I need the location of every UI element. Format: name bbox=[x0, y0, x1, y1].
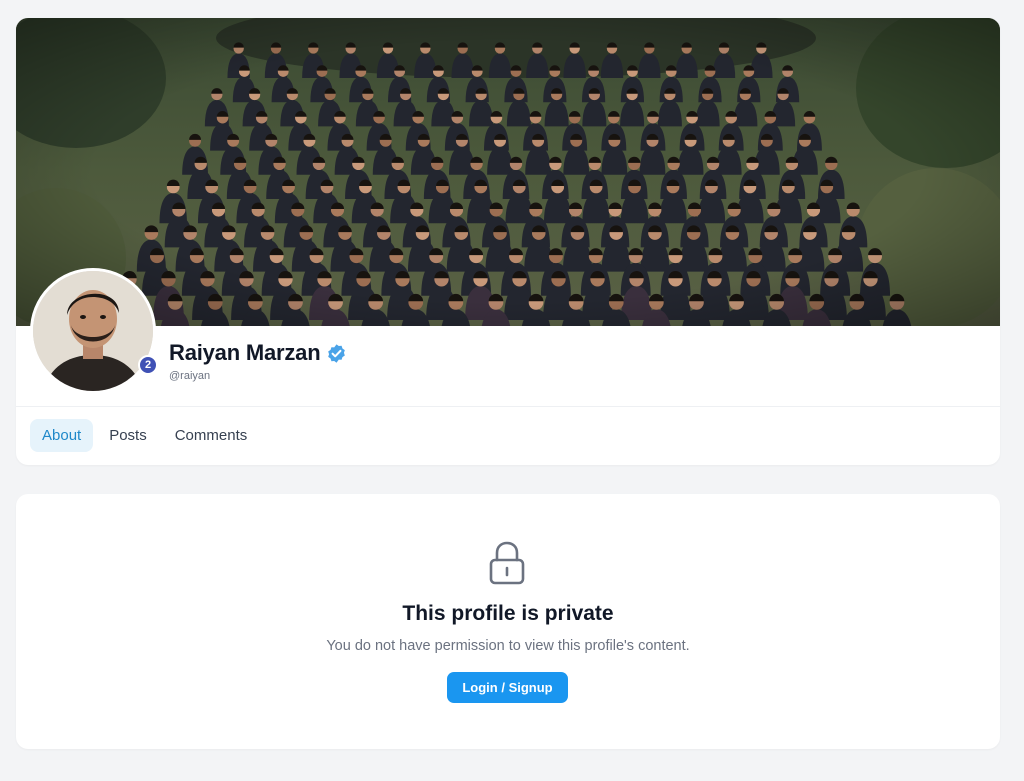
cover-photo bbox=[16, 18, 1000, 326]
avatar-badge: 2 bbox=[138, 355, 158, 375]
tab-posts[interactable]: Posts bbox=[97, 419, 159, 452]
profile-handle: @raiyan bbox=[169, 370, 211, 382]
private-title: This profile is private bbox=[402, 602, 614, 625]
verified-badge-icon bbox=[326, 343, 347, 364]
profile-avatar-wrap[interactable]: 2 bbox=[30, 268, 158, 394]
private-message: You do not have permission to view this … bbox=[326, 638, 690, 654]
lock-icon bbox=[486, 540, 528, 586]
private-profile-card: This profile is private You do not have … bbox=[16, 494, 1000, 749]
tab-comments[interactable]: Comments bbox=[163, 419, 260, 452]
profile-header-card: 2 Raiyan Marzan @raiyan About Posts Comm… bbox=[16, 18, 1000, 465]
login-signup-button[interactable]: Login / Signup bbox=[447, 672, 568, 703]
tab-about[interactable]: About bbox=[30, 419, 94, 452]
profile-name-row: Raiyan Marzan bbox=[169, 340, 347, 366]
profile-name: Raiyan Marzan bbox=[169, 340, 321, 365]
avatar[interactable] bbox=[30, 268, 156, 394]
profile-tabs: About Posts Comments bbox=[30, 419, 259, 452]
tabs-divider bbox=[16, 406, 1000, 407]
